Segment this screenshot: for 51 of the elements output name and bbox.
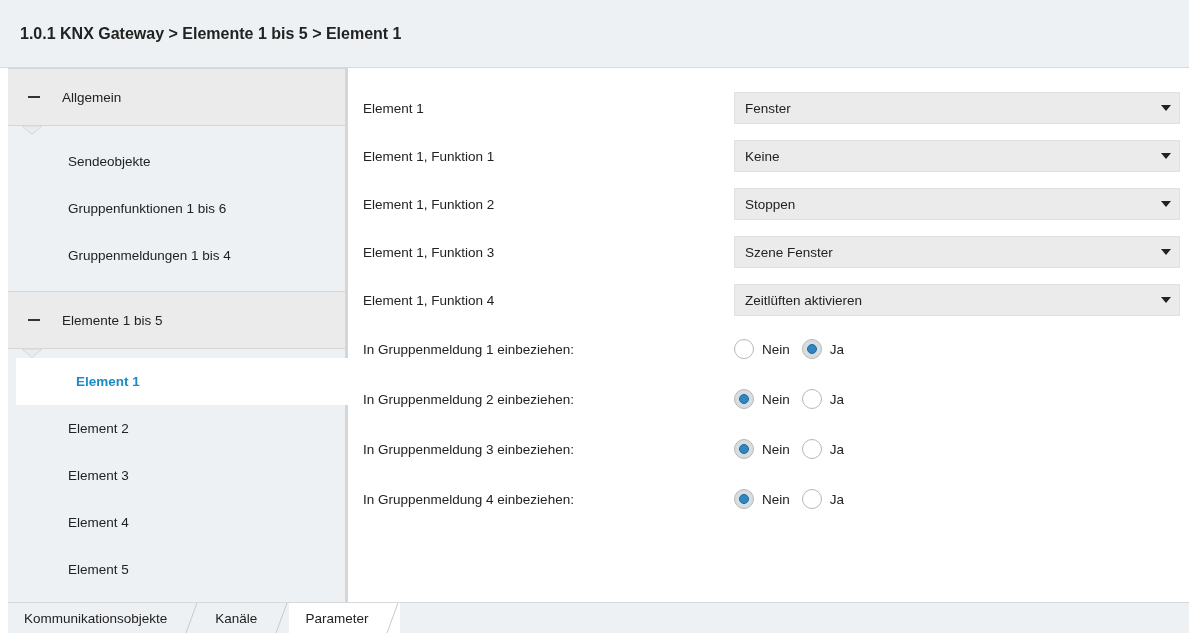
sidebar-item[interactable]: Element 5 [8,546,345,593]
tab[interactable]: Kanäle [199,603,290,633]
dropdown[interactable]: Keine [734,140,1180,172]
radio-label: Ja [829,441,845,457]
parameter-label: Element 1, Funktion 2 [363,196,496,212]
radio-label: Nein [762,341,790,357]
parameter-label: In Gruppenmeldung 2 einbeziehen: [363,391,575,407]
parameter-label: Element 1, Funktion 3 [363,244,496,260]
caret-icon [1161,201,1171,207]
radio-button[interactable] [801,339,822,359]
radio-button[interactable] [801,389,822,409]
dropdown[interactable]: Stoppen [734,188,1180,220]
radio-button[interactable] [734,439,754,459]
pointer-notch [22,126,42,135]
radio-button[interactable] [801,439,822,459]
sidebar-item[interactable]: Element 3 [8,452,345,499]
parameter-label: In Gruppenmeldung 1 einbeziehen: [363,341,575,357]
sidebar-item[interactable]: Element 1 [16,358,348,405]
group-header[interactable]: Elemente 1 bis 5 [8,291,345,349]
tab[interactable]: Kommunikationsobjekte [8,603,200,633]
radio-label: Nein [762,441,790,457]
caret-icon [1161,153,1171,159]
pointer-notch [22,349,42,358]
dropdown[interactable]: Fenster [734,92,1180,124]
sidebar-item[interactable]: Gruppenmeldungen 1 bis 4 [8,232,345,279]
sidebar-item[interactable]: Sendeobjekte [8,138,345,185]
parameter-label: Element 1 [363,100,425,116]
radio-label: Nein [762,391,790,407]
sidebar-item[interactable]: Gruppenfunktionen 1 bis 6 [8,185,345,232]
window-title: 1.0.1 KNX Gateway > Elemente 1 bis 5 > Element 1 [20,24,402,43]
sidebar-item[interactable]: Element 4 [8,499,345,546]
parameter-label: In Gruppenmeldung 4 einbeziehen: [363,491,575,507]
tab[interactable]: Parameter [289,603,401,633]
parameter-label: Element 1, Funktion 1 [363,148,496,164]
radio-button[interactable] [734,389,754,409]
sidebar-item[interactable]: Element 2 [8,405,345,452]
caret-icon [1161,105,1171,111]
radio-button[interactable] [734,339,754,359]
radio-button[interactable] [801,489,822,509]
group-header[interactable]: Allgemein [8,68,345,126]
radio-label: Ja [829,491,845,507]
caret-icon [1161,249,1171,255]
parameter-label: In Gruppenmeldung 3 einbeziehen: [363,441,575,457]
radio-button[interactable] [734,489,754,509]
radio-label: Ja [829,391,845,407]
dropdown[interactable]: Szene Fenster [734,236,1180,268]
radio-label: Ja [829,341,845,357]
caret-icon [1161,297,1171,303]
dropdown[interactable]: Zeitlüften aktivieren [734,284,1180,316]
parameter-label: Element 1, Funktion 4 [363,292,496,308]
radio-label: Nein [762,491,790,507]
